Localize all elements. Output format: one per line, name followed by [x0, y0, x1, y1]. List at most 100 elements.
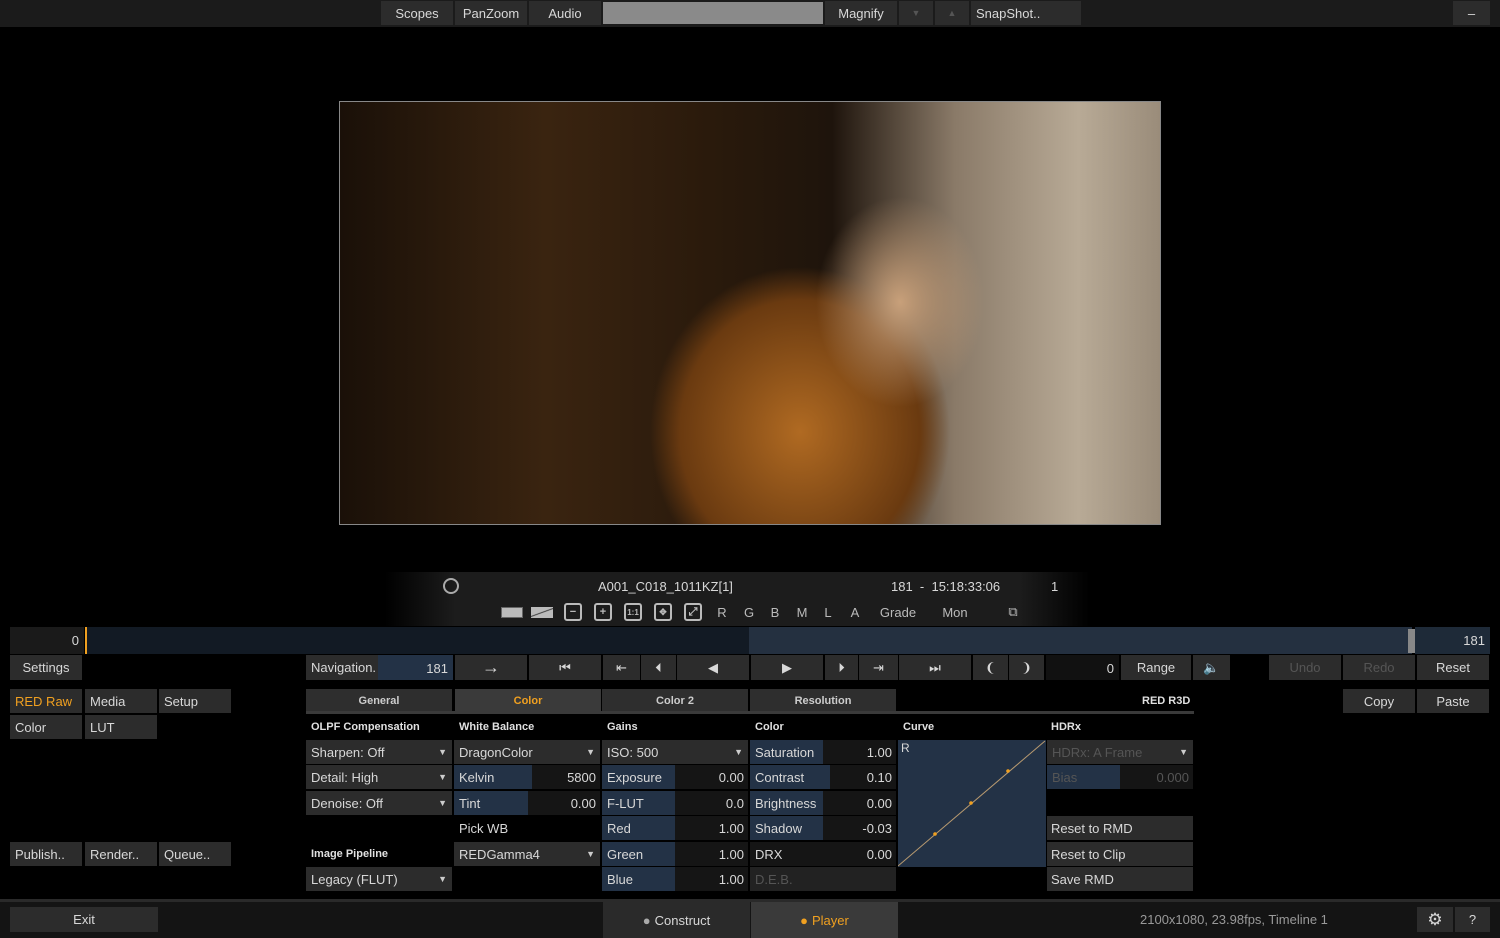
- hdrx-dropdown[interactable]: HDRx: A Frame ▼: [1047, 740, 1193, 764]
- pipeline-dropdown[interactable]: Legacy (FLUT) ▼: [306, 867, 452, 891]
- grade-toggle[interactable]: Grade: [878, 603, 918, 621]
- curve-point[interactable]: [933, 832, 937, 836]
- reset-to-clip-button[interactable]: Reset to Clip: [1047, 842, 1193, 866]
- tab-setup[interactable]: Setup: [159, 689, 231, 713]
- wipe-view-icon[interactable]: [530, 603, 554, 621]
- navigation-button[interactable]: Navigation.: [306, 655, 378, 680]
- tab-color-2[interactable]: Color 2: [602, 689, 748, 712]
- go-to-end-button[interactable]: ⏭: [899, 655, 971, 680]
- tint-value[interactable]: 0.00: [571, 796, 596, 811]
- flut-slider[interactable]: F-LUT 0.0: [602, 791, 748, 815]
- tab-red-raw[interactable]: RED Raw: [10, 689, 82, 713]
- timeline-end-handle[interactable]: [1408, 629, 1415, 653]
- timeline-track[interactable]: [85, 627, 1412, 654]
- magnify-button[interactable]: Magnify: [825, 1, 897, 25]
- range-button[interactable]: Range: [1121, 655, 1191, 680]
- saturation-slider[interactable]: Saturation 1.00: [750, 740, 896, 764]
- blue-gain-value[interactable]: 1.00: [719, 872, 744, 887]
- kelvin-slider[interactable]: Kelvin 5800: [454, 765, 600, 789]
- green-gain-slider[interactable]: Green 1.00: [602, 842, 748, 866]
- fit-icon[interactable]: ✥: [654, 603, 672, 621]
- redo-button[interactable]: Redo: [1343, 655, 1415, 680]
- channel-a[interactable]: A: [849, 603, 861, 621]
- next-mark-button[interactable]: ⇥: [859, 655, 898, 680]
- curve-point[interactable]: [969, 801, 973, 805]
- render-button[interactable]: Render..: [85, 842, 157, 866]
- mark-out-button[interactable]: ❩: [1009, 655, 1044, 680]
- tab-media[interactable]: Media: [85, 689, 157, 713]
- channel-b[interactable]: B: [769, 603, 781, 621]
- tab-general[interactable]: General: [306, 689, 452, 712]
- globe-icon[interactable]: [443, 578, 459, 594]
- tab-color-active[interactable]: Color: [455, 689, 601, 712]
- detail-dropdown[interactable]: Detail: High ▼: [306, 765, 452, 789]
- shadow-value[interactable]: -0.03: [862, 821, 892, 836]
- zoom-1to1-icon[interactable]: 1:1: [624, 603, 642, 621]
- sharpen-dropdown[interactable]: Sharpen: Off ▼: [306, 740, 452, 764]
- bias-slider[interactable]: Bias 0.000: [1047, 765, 1193, 789]
- contrast-value[interactable]: 0.10: [867, 770, 892, 785]
- tab-resolution[interactable]: Resolution: [750, 689, 896, 712]
- queue-button[interactable]: Queue..: [159, 842, 231, 866]
- blue-gain-slider[interactable]: Blue 1.00: [602, 867, 748, 891]
- player-tab[interactable]: ● Player: [751, 902, 898, 938]
- go-to-start-button[interactable]: ⏮: [529, 655, 601, 680]
- red-gain-slider[interactable]: Red 1.00: [602, 816, 748, 840]
- publish-button[interactable]: Publish..: [10, 842, 82, 866]
- next-frame-button[interactable]: ⏵: [825, 655, 858, 680]
- red-gain-value[interactable]: 1.00: [719, 821, 744, 836]
- audio-button[interactable]: Audio: [529, 1, 601, 25]
- reset-to-rmd-button[interactable]: Reset to RMD: [1047, 816, 1193, 840]
- channel-g[interactable]: G: [743, 603, 755, 621]
- tab-lut[interactable]: LUT: [85, 715, 157, 739]
- deb-toggle[interactable]: D.E.B.: [750, 867, 896, 891]
- channel-r[interactable]: R: [716, 603, 728, 621]
- play-reverse-button[interactable]: ◀: [677, 655, 749, 680]
- minimize-button[interactable]: –: [1453, 1, 1490, 25]
- undo-button[interactable]: Undo: [1269, 655, 1341, 680]
- range-input[interactable]: 0: [1046, 655, 1119, 680]
- denoise-dropdown[interactable]: Denoise: Off ▼: [306, 791, 452, 815]
- scopes-button[interactable]: Scopes: [381, 1, 453, 25]
- iso-dropdown[interactable]: ISO: 500 ▼: [602, 740, 748, 764]
- previous-mark-button[interactable]: ⇤: [603, 655, 640, 680]
- panzoom-button[interactable]: PanZoom: [455, 1, 527, 25]
- kelvin-value[interactable]: 5800: [567, 770, 596, 785]
- fullscreen-icon[interactable]: ⤢: [684, 603, 702, 621]
- saturation-value[interactable]: 1.00: [867, 745, 892, 760]
- brightness-value[interactable]: 0.00: [867, 796, 892, 811]
- mark-in-button[interactable]: ❨: [973, 655, 1008, 680]
- magnify-up-button[interactable]: ▲: [935, 1, 969, 25]
- zoom-out-icon[interactable]: −: [564, 603, 582, 621]
- frame-input[interactable]: 181: [378, 655, 453, 680]
- magnify-down-button[interactable]: ▼: [899, 1, 933, 25]
- colorspace-dropdown[interactable]: DragonColor ▼: [454, 740, 600, 764]
- external-display-icon[interactable]: ⧉: [1002, 603, 1024, 621]
- mon-toggle[interactable]: Mon: [940, 603, 970, 621]
- snapshot-button[interactable]: SnapShot..: [971, 1, 1081, 25]
- copy-button[interactable]: Copy: [1343, 689, 1415, 713]
- save-rmd-button[interactable]: Save RMD: [1047, 867, 1193, 891]
- reset-button[interactable]: Reset: [1417, 655, 1489, 680]
- drx-value[interactable]: 0.00: [867, 847, 892, 862]
- exposure-value[interactable]: 0.00: [719, 770, 744, 785]
- split-view-icon[interactable]: [500, 603, 524, 621]
- paste-button[interactable]: Paste: [1417, 689, 1489, 713]
- green-gain-value[interactable]: 1.00: [719, 847, 744, 862]
- channel-l[interactable]: L: [822, 603, 834, 621]
- brightness-slider[interactable]: Brightness 0.00: [750, 791, 896, 815]
- gear-icon[interactable]: ⚙: [1417, 907, 1453, 932]
- exposure-slider[interactable]: Exposure 0.00: [602, 765, 748, 789]
- contrast-slider[interactable]: Contrast 0.10: [750, 765, 896, 789]
- bias-value[interactable]: 0.000: [1156, 770, 1189, 785]
- shadow-slider[interactable]: Shadow -0.03: [750, 816, 896, 840]
- go-to-frame-button[interactable]: →: [455, 655, 527, 680]
- help-button[interactable]: ?: [1455, 907, 1490, 932]
- tint-slider[interactable]: Tint 0.00: [454, 791, 600, 815]
- pick-wb-button[interactable]: Pick WB: [454, 816, 600, 840]
- gamma-dropdown[interactable]: REDGamma4 ▼: [454, 842, 600, 866]
- zoom-in-icon[interactable]: +: [594, 603, 612, 621]
- flut-value[interactable]: 0.0: [726, 796, 744, 811]
- channel-m[interactable]: M: [796, 603, 808, 621]
- drx-slider[interactable]: DRX 0.00: [750, 842, 896, 866]
